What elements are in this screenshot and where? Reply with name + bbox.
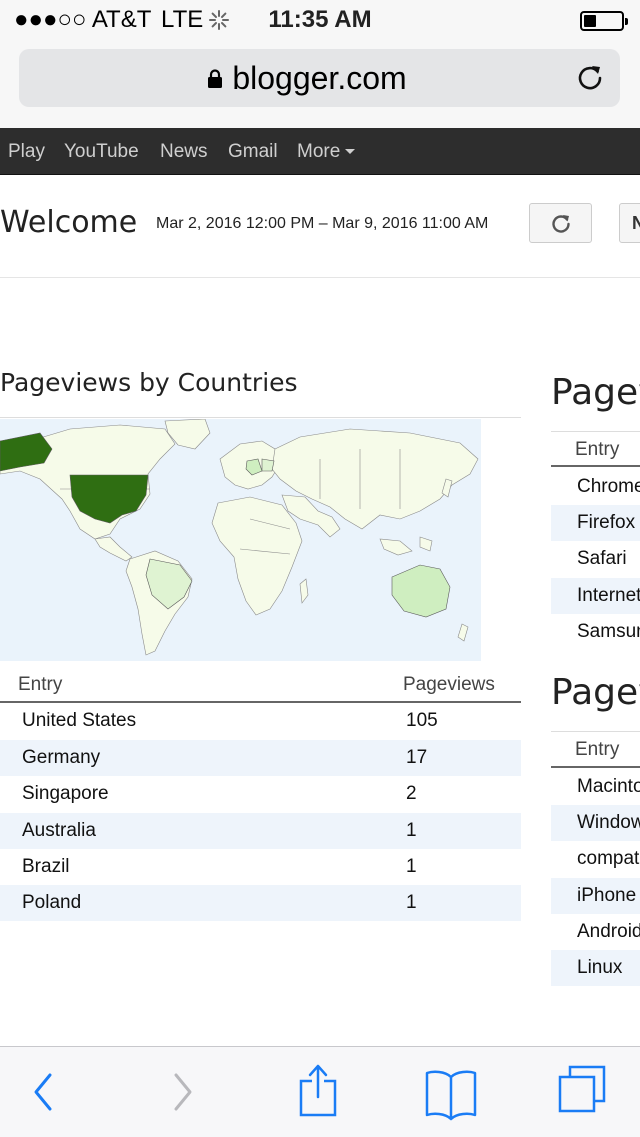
row-pageviews: 2 xyxy=(406,783,417,804)
row-pageviews: 105 xyxy=(406,710,438,731)
table-row: Firefox xyxy=(551,505,640,541)
table-row: Safari xyxy=(551,541,640,577)
status-bar: ●●●○○ AT&T LTE 11:35 AM xyxy=(0,0,640,40)
row-entry: Australia xyxy=(22,820,96,841)
row-entry: compatible xyxy=(577,848,640,869)
row-pageviews: 17 xyxy=(406,747,428,768)
countries-col-pageviews[interactable]: Pageviews xyxy=(403,674,495,696)
row-entry: Poland xyxy=(22,892,82,913)
gbar-more-label: More xyxy=(297,141,341,162)
row-pageviews: 1 xyxy=(406,892,417,913)
lock-icon xyxy=(208,69,222,88)
refresh-icon xyxy=(552,215,570,233)
divider xyxy=(0,417,521,418)
table-row: United States 105 xyxy=(0,703,521,739)
divider xyxy=(551,731,640,732)
os-panel-title: Pageviews by Operating Systems xyxy=(551,672,640,713)
clock: 11:35 AM xyxy=(268,6,372,33)
forward-icon[interactable] xyxy=(168,1047,198,1137)
browser-toolbar xyxy=(0,1046,640,1137)
address-bar[interactable]: blogger.com xyxy=(19,49,620,107)
gbar-more-menu[interactable]: More xyxy=(297,128,356,174)
row-entry: Brazil xyxy=(22,856,70,877)
table-row: Android xyxy=(551,914,640,950)
row-entry: Singapore xyxy=(22,783,109,804)
row-entry: Macintosh xyxy=(577,776,640,797)
row-entry: iPhone xyxy=(577,885,637,906)
table-row: compatible xyxy=(551,841,640,877)
divider xyxy=(0,277,640,278)
table-row: Poland 1 xyxy=(0,885,521,921)
date-range[interactable]: Mar 2, 2016 12:00 PM – Mar 9, 2016 11:00… xyxy=(156,215,488,233)
countries-panel-title: Pageviews by Countries xyxy=(0,368,298,397)
table-row: Windows xyxy=(551,805,640,841)
row-entry: Windows xyxy=(577,812,640,833)
countries-col-entry[interactable]: Entry xyxy=(18,674,62,696)
reload-icon[interactable] xyxy=(575,63,605,93)
gbar-news-link[interactable]: News xyxy=(160,128,208,174)
page-title: Welcome 2 xyxy=(0,205,140,240)
table-row: Internet Explorer xyxy=(551,578,640,614)
share-icon[interactable] xyxy=(296,1047,340,1137)
row-entry: Firefox xyxy=(577,512,636,533)
caret-down-icon xyxy=(345,149,356,155)
world-map[interactable] xyxy=(0,419,481,661)
divider xyxy=(551,431,640,432)
table-row: iPhone xyxy=(551,878,640,914)
os-col-entry[interactable]: Entry xyxy=(575,739,619,761)
table-header-rule xyxy=(551,465,640,467)
browsers-panel-title: Pageviews by Browsers xyxy=(551,372,640,413)
row-entry: Germany xyxy=(22,747,101,768)
row-entry: Internet Explorer xyxy=(577,585,640,606)
gbar-play-link[interactable]: Play xyxy=(8,128,45,174)
row-entry: Samsung xyxy=(577,621,640,642)
table-row: Brazil 1 xyxy=(0,849,521,885)
browsers-col-entry[interactable]: Entry xyxy=(575,439,619,461)
url-text: blogger.com xyxy=(232,60,407,96)
table-row: Chrome xyxy=(551,469,640,505)
back-icon[interactable] xyxy=(28,1047,58,1137)
row-entry: Chrome xyxy=(577,476,640,497)
bookmarks-icon[interactable] xyxy=(423,1047,479,1137)
table-row: Germany 17 xyxy=(0,740,521,776)
google-bar: Play YouTube News Gmail More xyxy=(0,128,640,175)
refresh-button[interactable] xyxy=(529,203,592,243)
row-entry: Linux xyxy=(577,957,623,978)
table-row: Macintosh xyxy=(551,769,640,805)
table-row: Linux xyxy=(551,950,640,986)
row-pageviews: 1 xyxy=(406,820,417,841)
row-entry: United States xyxy=(22,710,137,731)
gbar-youtube-link[interactable]: YouTube xyxy=(64,128,139,174)
row-entry: Safari xyxy=(577,548,627,569)
table-header-rule xyxy=(551,766,640,768)
next-button[interactable]: N xyxy=(619,203,640,243)
table-row: Australia 1 xyxy=(0,813,521,849)
gbar-gmail-link[interactable]: Gmail xyxy=(228,128,278,174)
table-row: Samsung xyxy=(551,614,640,650)
table-row: Singapore 2 xyxy=(0,776,521,812)
row-pageviews: 1 xyxy=(406,856,417,877)
map-region-poland[interactable] xyxy=(261,458,275,472)
next-button-label: N xyxy=(632,213,640,233)
row-entry: Android xyxy=(577,921,640,942)
tabs-icon[interactable] xyxy=(556,1047,608,1137)
battery-icon xyxy=(580,11,628,31)
